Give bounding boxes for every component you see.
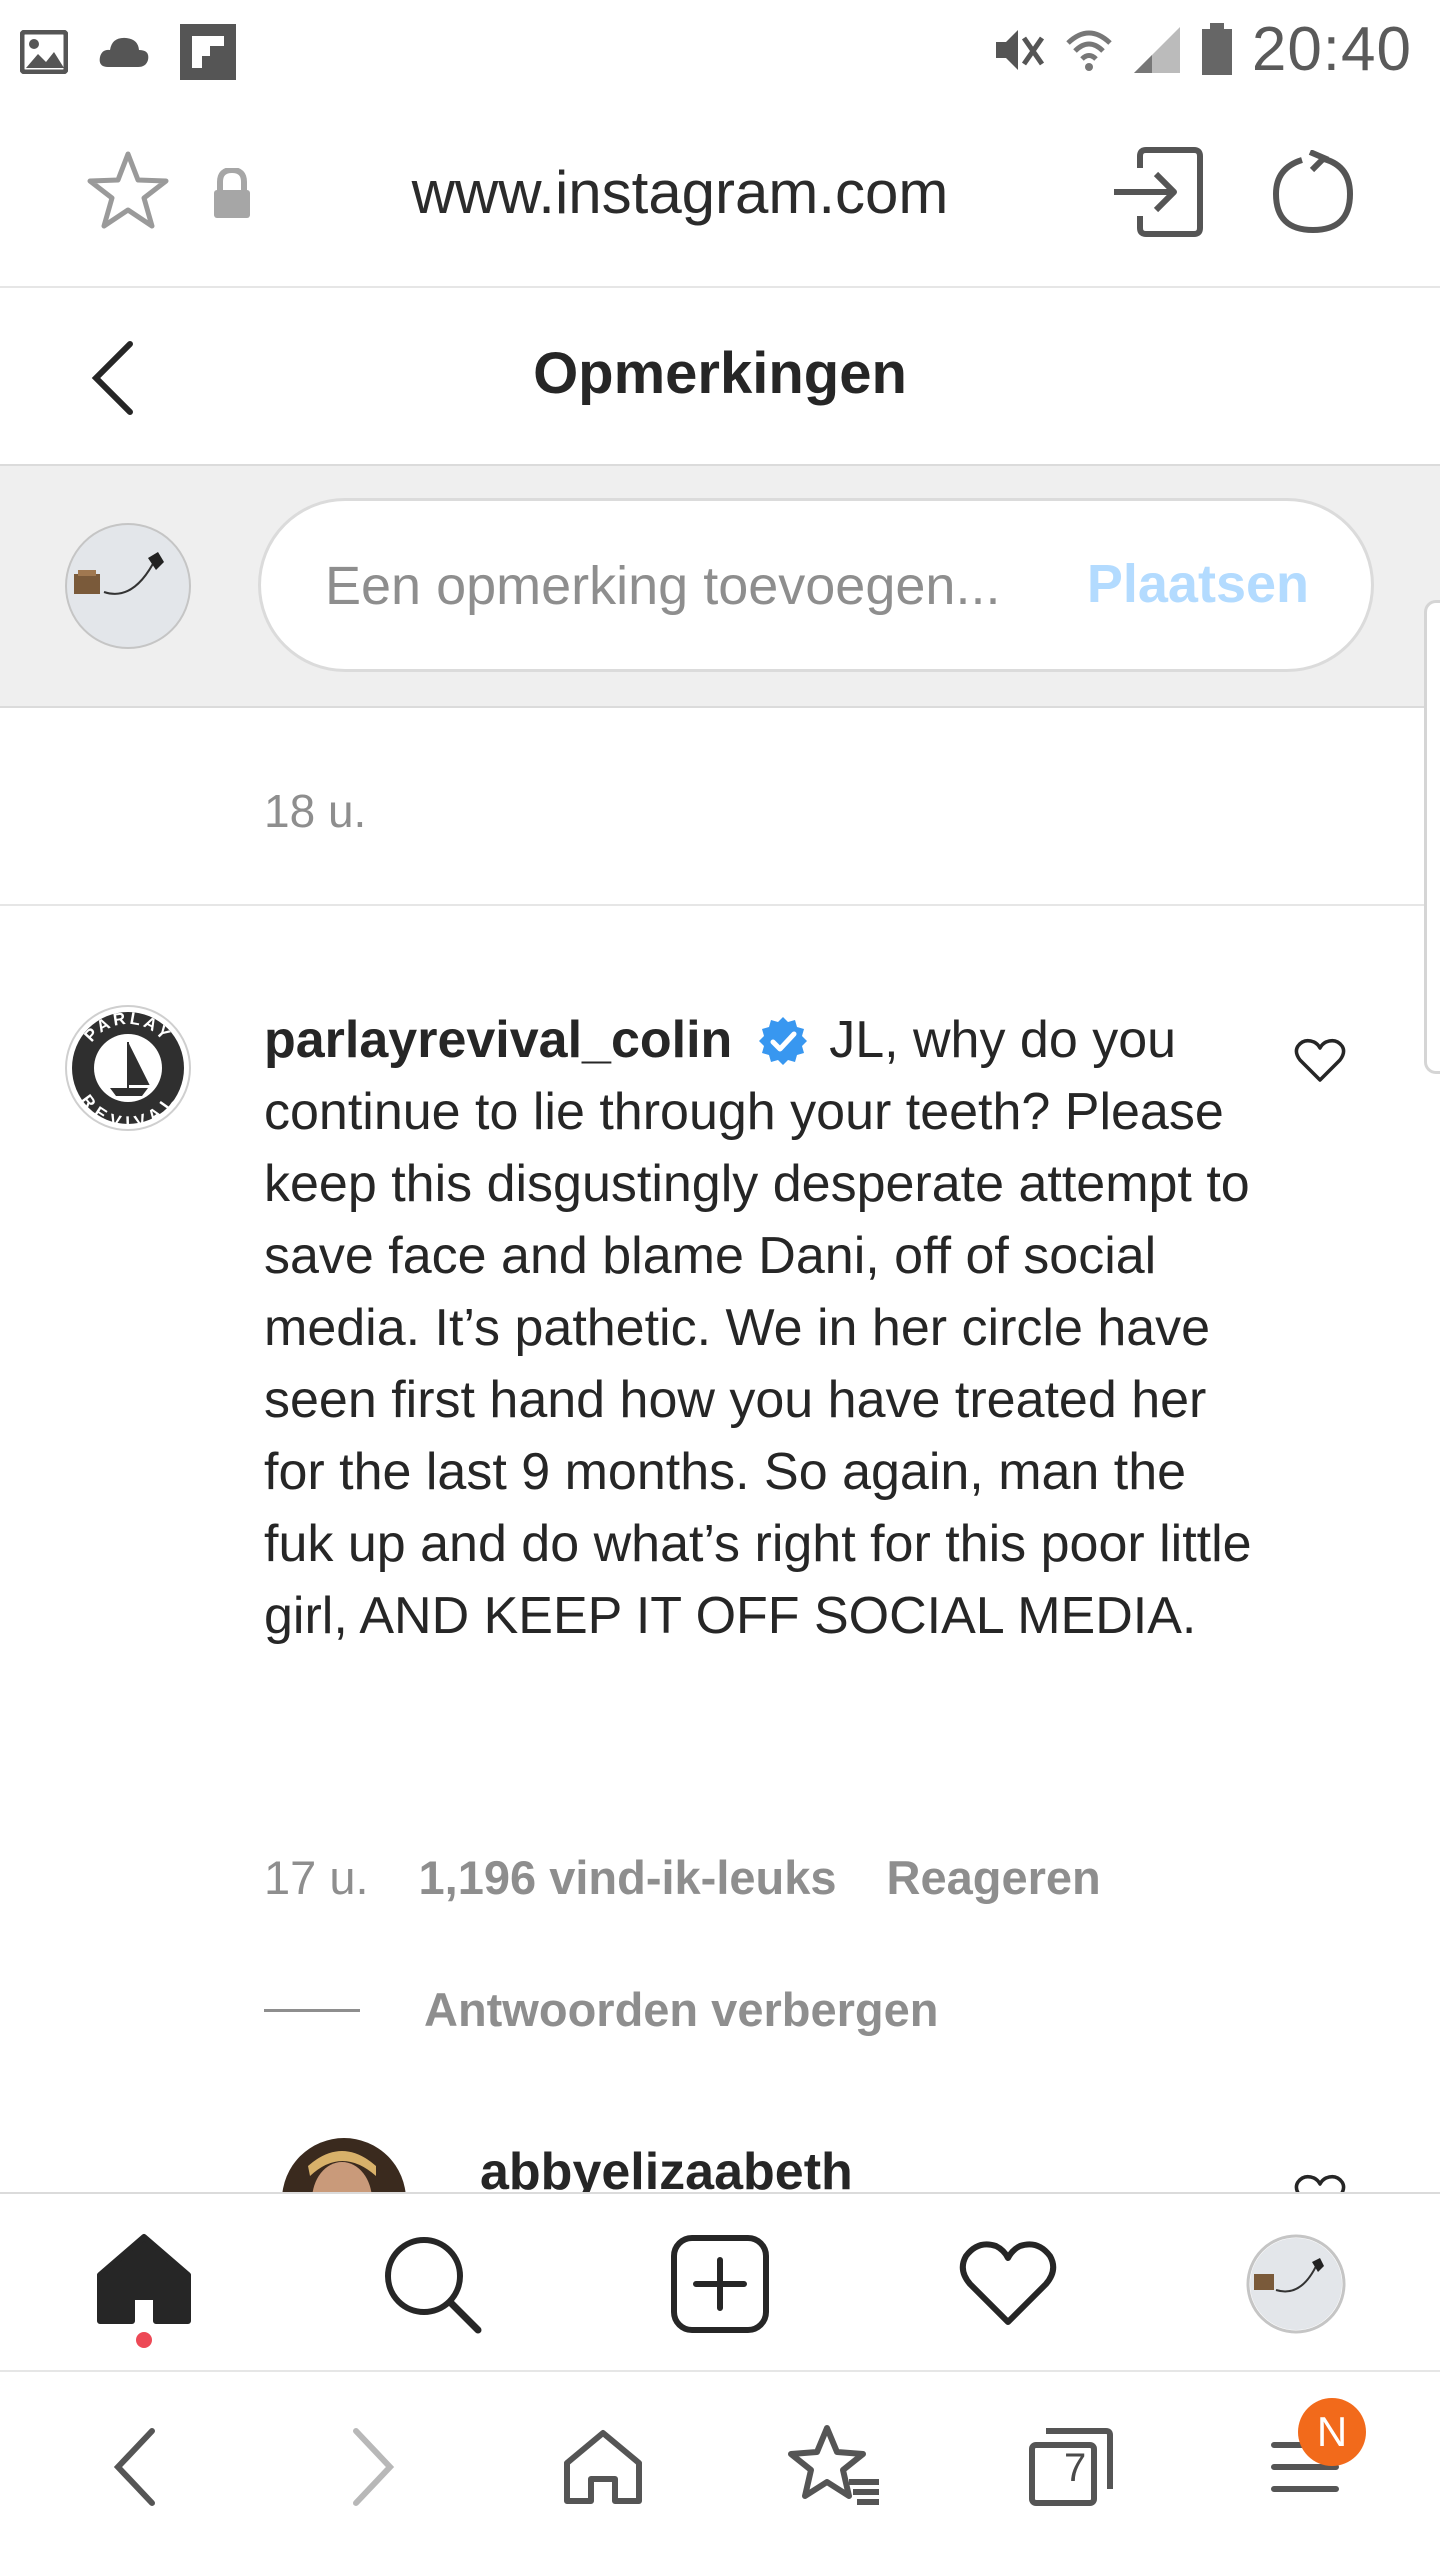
back-icon [113, 2428, 155, 2506]
avatar[interactable] [64, 522, 192, 650]
bookmarks-button[interactable] [780, 2412, 890, 2522]
profile-tab[interactable] [1236, 2224, 1356, 2344]
browser-forward-button[interactable] [318, 2412, 428, 2522]
bookmarks-icon [788, 2425, 879, 2505]
forward-icon [353, 2428, 395, 2506]
comment-body: parlayrevival_colin JL, why do you conti… [264, 1004, 1264, 1652]
url-field[interactable]: www.instagram.com [320, 158, 1040, 227]
comment-input[interactable]: Een opmerking toevoegen... Plaatsen [258, 498, 1374, 672]
search-tab[interactable] [372, 2224, 492, 2344]
wifi-icon [1066, 30, 1112, 71]
comment-text: JL, why do you continue to lie through y… [264, 1011, 1252, 1645]
signal-icon [1133, 26, 1180, 73]
hide-replies-button[interactable]: Antwoorden verbergen [424, 1982, 938, 2037]
browser-back-button[interactable] [80, 2412, 190, 2522]
browser-toolbar: www.instagram.com [0, 98, 1440, 288]
menu-badge: N [1298, 2398, 1366, 2466]
reply-button[interactable]: Reageren [887, 1850, 1101, 1905]
comment-time: 17 u. [264, 1851, 369, 1904]
flipboard-icon [180, 24, 236, 80]
reply-like-heart-icon[interactable] [1294, 2174, 1346, 2192]
star-icon[interactable] [86, 150, 170, 230]
activity-tab[interactable] [948, 2224, 1068, 2344]
profile-icon [1246, 2234, 1346, 2334]
home-icon [564, 2430, 642, 2504]
tab-count: 7 [1064, 2446, 1087, 2490]
instagram-tab-bar [0, 2192, 1440, 2370]
browser-nav-bar: 7 N [0, 2370, 1440, 2560]
page-title: Opmerkingen [533, 341, 907, 406]
verified-badge-icon [758, 1017, 807, 1065]
mute-vibrate-icon [995, 29, 1044, 70]
lock-icon [214, 168, 250, 218]
comments-list: 18 u. PARLAY REVIVAL parlayrevival_colin… [0, 708, 1440, 2192]
replies-line [264, 2009, 360, 2012]
previous-comment-time: 18 u. [264, 785, 367, 837]
cloud-icon [99, 37, 149, 67]
home-tab[interactable] [84, 2224, 204, 2344]
notification-dot [136, 2332, 152, 2348]
browser-home-button[interactable] [548, 2412, 658, 2522]
comment-meta: 17 u. 1,196 vind-ik-leuks Reageren [264, 1850, 1101, 1905]
login-icon[interactable] [1110, 146, 1206, 238]
likes-count[interactable]: 1,196 vind-ik-leuks [419, 1850, 837, 1905]
image-icon [20, 30, 68, 74]
comment-avatar[interactable]: PARLAY REVIVAL [64, 1004, 192, 1132]
activity-heart-icon [959, 2241, 1057, 2325]
new-post-icon [671, 2235, 769, 2333]
like-heart-icon[interactable] [1294, 1038, 1346, 1084]
search-icon [385, 2237, 482, 2334]
divider [0, 904, 1440, 906]
comment-input-placeholder: Een opmerking toevoegen... [325, 556, 1001, 616]
post-button[interactable]: Plaatsen [1087, 553, 1309, 615]
reply-username[interactable]: abbyelizaabeth [480, 2142, 853, 2192]
status-bar: 20:40 [0, 0, 1440, 98]
reply-avatar[interactable] [280, 2136, 408, 2192]
battery-icon [1201, 22, 1232, 75]
reload-icon[interactable] [1272, 150, 1354, 234]
add-comment-bar: Een opmerking toevoegen... Plaatsen [0, 466, 1440, 708]
clock: 20:40 [1251, 15, 1412, 84]
previous-comment-remnant [264, 708, 1184, 710]
comment-username[interactable]: parlayrevival_colin [264, 1011, 732, 1069]
home-icon [97, 2234, 191, 2324]
new-post-tab[interactable] [660, 2224, 780, 2344]
comments-header: Opmerkingen [0, 288, 1440, 466]
tabs-button[interactable]: 7 [1016, 2412, 1126, 2522]
scrollbar[interactable] [1424, 600, 1440, 1074]
